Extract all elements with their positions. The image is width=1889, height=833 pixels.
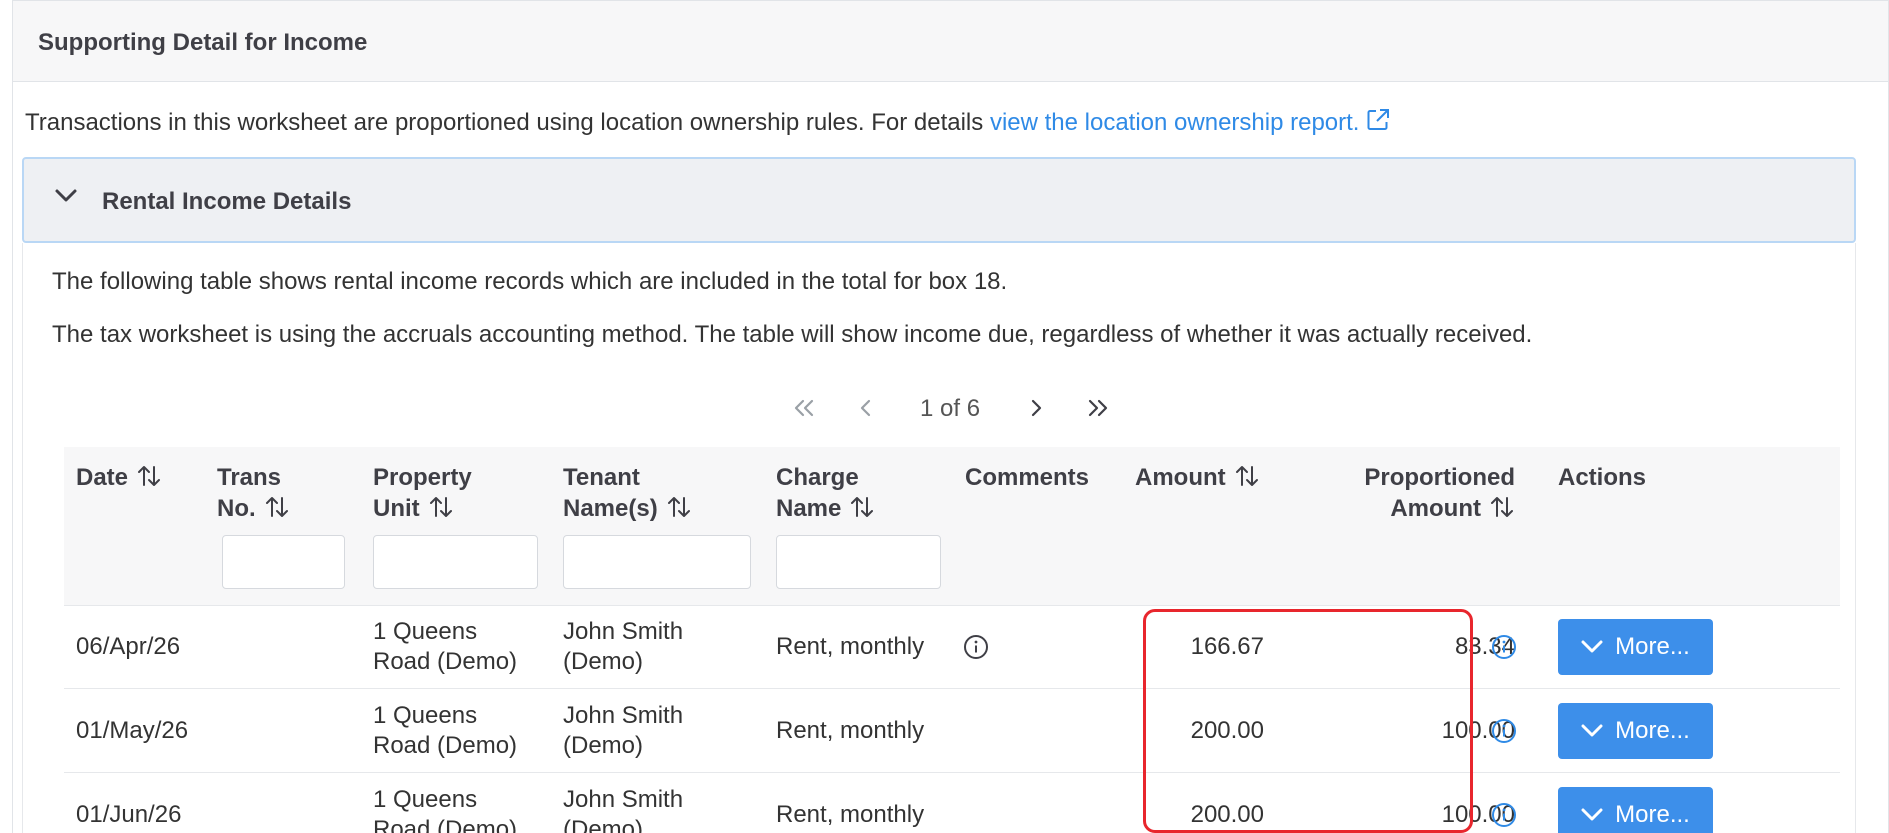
chevron-down-icon: [1581, 808, 1603, 821]
location-ownership-report-link[interactable]: view the location ownership report.: [990, 109, 1392, 136]
prev-page-icon[interactable]: [846, 393, 886, 423]
rental-income-accordion-header[interactable]: Rental Income Details: [22, 157, 1856, 243]
accounting-method-note: The tax worksheet is using the accruals …: [52, 321, 1533, 348]
cell-charge-name: Rent, monthly: [776, 717, 925, 744]
last-page-icon[interactable]: [1078, 393, 1118, 423]
charge-name-filter-input[interactable]: [776, 535, 941, 589]
cell-tenant-names: John Smith (Demo): [563, 786, 684, 833]
table-row: 01/Jun/26 1 Queens Road (Demo) John Smith…: [64, 773, 1840, 833]
card-header: Supporting Detail for Income: [13, 1, 1888, 82]
proportion-info-icon[interactable]: [1491, 634, 1517, 660]
chevron-down-icon: [1581, 640, 1603, 653]
column-header-date[interactable]: Date: [76, 462, 162, 497]
cell-charge-name: Rent, monthly: [776, 801, 925, 828]
cell-amount: 200.00: [1190, 801, 1264, 828]
cell-proportioned-amount: 100.00: [1441, 801, 1515, 828]
tenant-names-filter-input[interactable]: [563, 535, 751, 589]
table-row: 01/May/26 1 Queens Road (Demo) John Smith…: [64, 689, 1840, 773]
more-actions-button[interactable]: More...: [1558, 787, 1713, 833]
cell-proportioned-amount: 100.00: [1441, 717, 1515, 744]
card-title: Supporting Detail for Income: [38, 29, 368, 56]
external-link-icon[interactable]: [1365, 107, 1391, 140]
page-indicator: 1 of 6: [920, 395, 981, 422]
column-header-proportioned-amount[interactable]: Proportioned Amount: [1289, 462, 1515, 528]
cell-proportioned-amount: 83.34: [1454, 633, 1515, 660]
column-header-trans-no[interactable]: Trans No.: [217, 462, 290, 528]
proportion-info-icon[interactable]: [1491, 802, 1517, 828]
table-row: 06/Apr/26 1 Queens Road (Demo) John Smith…: [64, 605, 1840, 689]
table-header: Date Trans No. Property Unit Tenant Name…: [64, 447, 1840, 606]
table-description: The following table shows rental income …: [52, 268, 1008, 295]
cell-date: 01/May/26: [76, 717, 189, 744]
first-page-icon[interactable]: [784, 393, 824, 423]
cell-date: 01/Jun/26: [76, 801, 182, 828]
next-page-icon[interactable]: [1016, 393, 1056, 423]
cell-amount: 200.00: [1190, 717, 1264, 744]
sort-icon[interactable]: [666, 494, 692, 528]
cell-charge-name: Rent, monthly: [776, 633, 925, 660]
chevron-down-icon[interactable]: [54, 187, 78, 210]
intro-text: Transactions in this worksheet are propo…: [25, 107, 1391, 140]
cell-tenant-names: John Smith (Demo): [563, 702, 684, 759]
more-actions-button[interactable]: More...: [1558, 703, 1713, 759]
sort-icon[interactable]: [1489, 494, 1515, 528]
cell-tenant-names: John Smith (Demo): [563, 618, 684, 675]
column-header-actions: Actions: [1558, 464, 1647, 491]
cell-date: 06/Apr/26: [76, 633, 181, 660]
chevron-down-icon: [1581, 724, 1603, 737]
column-header-tenant-names[interactable]: Tenant Name(s): [563, 462, 692, 528]
sort-icon[interactable]: [136, 463, 162, 497]
comment-info-icon[interactable]: [963, 634, 989, 660]
column-header-amount[interactable]: Amount: [1135, 462, 1260, 497]
sort-icon[interactable]: [264, 494, 290, 528]
property-unit-filter-input[interactable]: [373, 535, 538, 589]
sort-icon[interactable]: [428, 494, 454, 528]
sort-icon[interactable]: [849, 494, 875, 528]
trans-no-filter-input[interactable]: [222, 535, 345, 589]
more-actions-button[interactable]: More...: [1558, 619, 1713, 675]
sort-icon[interactable]: [1234, 463, 1260, 497]
intro-text-label: Transactions in this worksheet are propo…: [25, 109, 990, 136]
cell-property-unit: 1 Queens Road (Demo): [373, 618, 518, 675]
column-header-charge-name[interactable]: Charge Name: [776, 462, 875, 528]
accordion-title: Rental Income Details: [102, 188, 352, 215]
cell-amount: 166.67: [1190, 633, 1264, 660]
proportion-info-icon[interactable]: [1491, 718, 1517, 744]
cell-property-unit: 1 Queens Road (Demo): [373, 786, 518, 833]
cell-property-unit: 1 Queens Road (Demo): [373, 702, 518, 759]
column-header-property-unit[interactable]: Property Unit: [373, 462, 472, 528]
column-header-comments: Comments: [965, 464, 1090, 491]
